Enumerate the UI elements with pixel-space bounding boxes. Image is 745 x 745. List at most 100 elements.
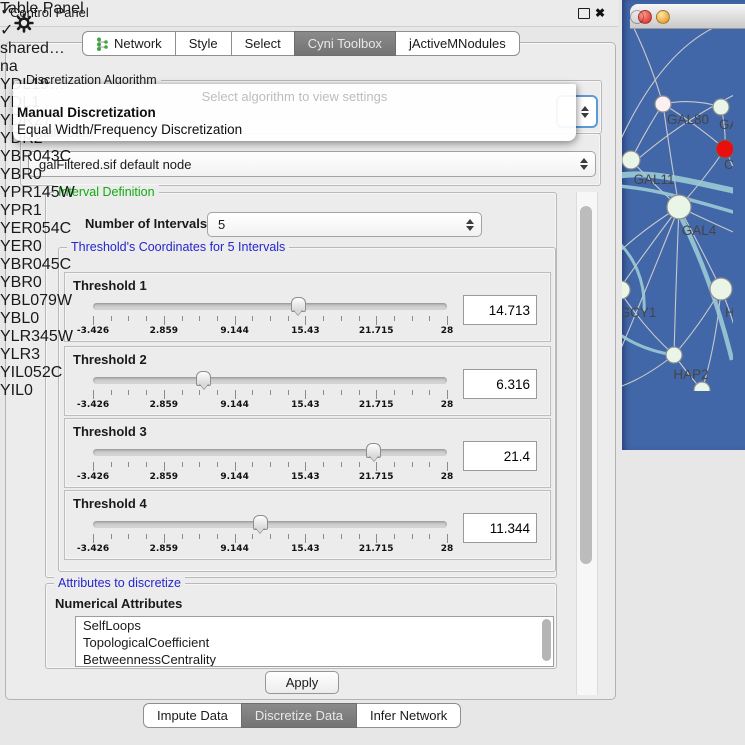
apply-button[interactable]: Apply [265, 671, 339, 694]
numerical-attributes-list[interactable]: SelfLoopsTopologicalCoefficientBetweenne… [75, 616, 554, 667]
tick-label: 2.859 [150, 544, 178, 554]
tab-impute-data[interactable]: Impute Data [143, 703, 242, 728]
table-cell[interactable]: YPR145W [0, 184, 75, 202]
checkbox-select-icon[interactable]: ✓ [0, 20, 75, 40]
network-node-HAP2[interactable] [666, 347, 682, 363]
combo-stepper-icon [466, 219, 474, 231]
dropdown-option-equal-width-frequency[interactable]: Equal Width/Frequency Discretization [17, 122, 242, 137]
combo-stepper-icon [581, 106, 589, 118]
network-node-GAL11[interactable] [622, 151, 640, 169]
slider-track[interactable] [93, 377, 447, 384]
network-node-label: GAL4 [682, 223, 717, 238]
table-row[interactable]: YBR045CYBR0 [0, 256, 75, 292]
tab-style[interactable]: Style [175, 31, 232, 56]
network-node-red-node[interactable] [716, 140, 733, 158]
table-cell[interactable]: YBL079W [0, 292, 75, 310]
table-panel: ✓ ✓ shared… na YDL19…YDL1YDR27…YDR2YBR04… [0, 0, 75, 400]
column-header-shared-name[interactable]: shared… [0, 40, 75, 58]
minimize-traffic-light-icon[interactable] [656, 10, 670, 24]
network-node-GAL4[interactable] [667, 195, 691, 219]
table-row[interactable]: YBR043CYBR0 [0, 148, 75, 184]
threshold-value-input[interactable] [463, 369, 537, 399]
threshold-value-input[interactable] [463, 513, 537, 543]
network-edge [622, 355, 674, 388]
network-edge [679, 207, 721, 289]
slider-tick-labels: -3.4262.8599.14415.4321.71528 [93, 326, 447, 337]
network-node-label: GA [719, 117, 733, 132]
table-row[interactable]: YPR145WYPR1 [0, 184, 75, 220]
vertical-scrollbar-thumb[interactable] [580, 206, 592, 564]
table-row[interactable]: YBL079WYBL0 [0, 292, 75, 328]
table-row[interactable]: YLR345WYLR3 [0, 328, 75, 364]
tick-label: 21.715 [359, 326, 394, 336]
network-node-GCY1[interactable] [622, 281, 630, 299]
threshold-value-input[interactable] [463, 441, 537, 471]
zoom-traffic-light-icon[interactable] [630, 10, 644, 24]
numerical-attributes-label: Numerical Attributes [55, 596, 182, 611]
checkbox-select-icon[interactable]: ✓ [0, 0, 75, 20]
float-window-icon[interactable] [578, 8, 590, 19]
tick-label: 15.43 [291, 472, 319, 482]
gear-icon[interactable] [14, 13, 34, 33]
network-node-label: C [724, 157, 733, 172]
table-cell[interactable]: YLR3 [0, 346, 75, 364]
number-of-intervals-combobox[interactable]: 5 [207, 212, 482, 237]
network-canvas[interactable]: GAL80GACGAL11GAL4GCY1HHAP2 [622, 0, 745, 396]
table-cell[interactable]: YBR0 [0, 274, 75, 292]
tab-jactivemnodules[interactable]: jActiveMNodules [395, 31, 520, 56]
threshold-value-input[interactable] [463, 295, 537, 325]
group-label-attributes-to-discretize: Attributes to discretize [54, 576, 185, 590]
table-cell[interactable]: YBR043C [0, 148, 75, 166]
table-cell[interactable]: YBR0 [0, 166, 75, 184]
close-icon[interactable]: ✖ [595, 4, 605, 22]
slider-track[interactable] [93, 521, 447, 528]
network-node-label: HAP2 [673, 367, 708, 382]
slider-thumb[interactable] [196, 371, 211, 386]
table-cell[interactable]: YPR1 [0, 202, 75, 220]
bottom-tab-bar: Impute DataDiscretize DataInfer Network [143, 703, 461, 728]
slider-track[interactable] [93, 303, 447, 310]
threshold-panel: Threshold 3 -3.4262.8599.14415.4321.7152… [64, 418, 551, 488]
tick-label: 2.859 [150, 326, 178, 336]
network-edge [622, 207, 679, 288]
table-row[interactable]: YER054CYER0 [0, 220, 75, 256]
number-of-intervals-label: Number of Intervals [85, 216, 207, 231]
table-cell[interactable]: YLR345W [0, 328, 75, 346]
network-node-top-right[interactable] [713, 99, 729, 115]
tab-network[interactable]: Network [82, 31, 176, 56]
slider-thumb[interactable] [291, 297, 306, 312]
table-cell[interactable]: YBL0 [0, 310, 75, 328]
dropdown-prompt: Select algorithm to view settings [13, 89, 576, 104]
threshold-panel: Threshold 4 -3.4262.8599.14415.4321.7152… [64, 490, 551, 560]
network-node-H-node[interactable] [710, 278, 732, 300]
attribute-list-item[interactable]: TopologicalCoefficient [76, 634, 553, 651]
table-cell[interactable]: YIL0 [0, 382, 75, 400]
tab-cyni-toolbox[interactable]: Cyni Toolbox [294, 31, 396, 56]
table-cell[interactable]: YER0 [0, 238, 75, 256]
network-node-GAL80[interactable] [655, 96, 671, 112]
slider-tick-labels: -3.4262.8599.14415.4321.71528 [93, 400, 447, 411]
network-window-titlebar[interactable] [630, 4, 745, 29]
attribute-list-item[interactable]: BetweennessCentrality [76, 651, 553, 667]
slider-thumb[interactable] [253, 515, 268, 530]
tab-infer-network[interactable]: Infer Network [356, 703, 461, 728]
tick-label: 28 [441, 544, 454, 554]
table-row[interactable]: YIL052CYIL0 [0, 364, 75, 400]
network-node-label: GAL80 [667, 112, 709, 127]
table-cell[interactable]: YIL052C [0, 364, 75, 382]
network-node-label: GCY1 [622, 305, 656, 320]
slider-thumb[interactable] [366, 443, 381, 458]
table-cell[interactable]: YER054C [0, 220, 75, 238]
list-scrollbar-thumb[interactable] [542, 619, 551, 661]
column-header-name[interactable]: na [0, 58, 75, 76]
table-panel-toolbar: ✓ ✓ [0, 0, 75, 40]
table-cell[interactable]: YBR045C [0, 256, 75, 274]
tab-select[interactable]: Select [231, 31, 295, 56]
network-edge [622, 292, 674, 355]
dropdown-option-manual-discretization[interactable]: Manual Discretization [17, 105, 156, 120]
table-data-combobox[interactable]: galFiltered.sif default node [28, 151, 596, 177]
slider-track[interactable] [93, 449, 447, 456]
tab-discretize-data[interactable]: Discretize Data [241, 703, 357, 728]
attribute-list-item[interactable]: SelfLoops [76, 617, 553, 634]
tick-label: 15.43 [291, 326, 319, 336]
